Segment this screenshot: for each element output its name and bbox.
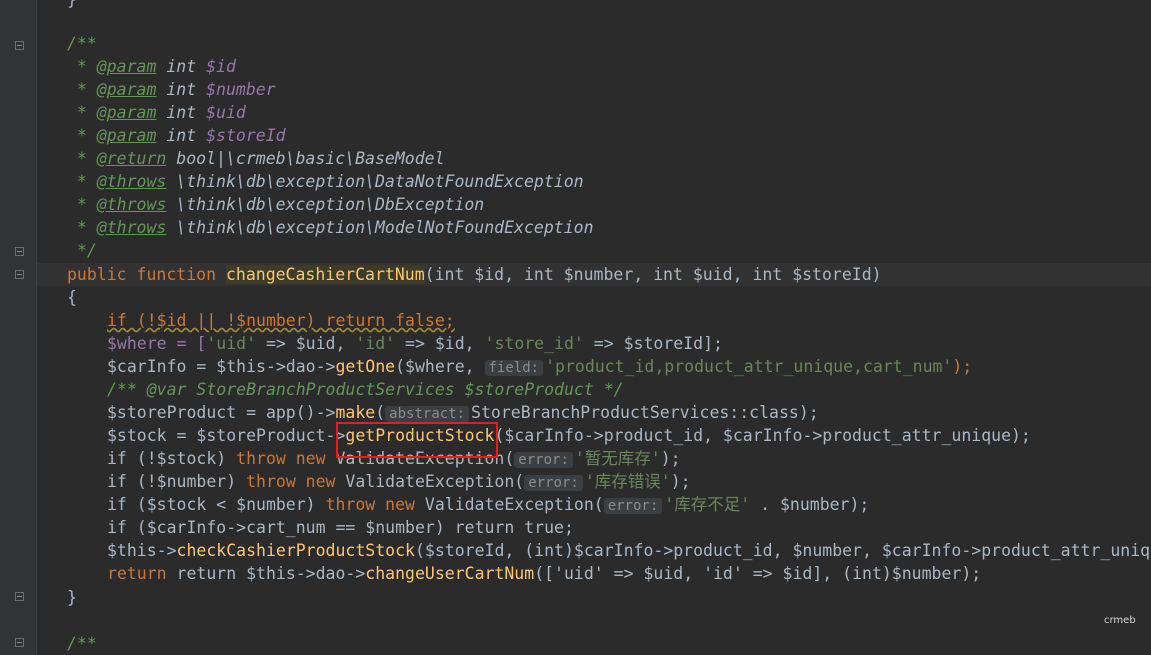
code-line-return: return return $this->dao->changeUserCart… <box>107 564 982 583</box>
parameter-hint: abstract: <box>385 406 470 422</box>
doc-throws-line: * @throws \think\db\exception\DbExceptio… <box>67 195 485 214</box>
brace-close: } <box>67 588 77 607</box>
annotation-highlight-box <box>336 422 498 458</box>
brace-open: { <box>67 288 77 307</box>
code-line-make: $storeProduct = app()->make(abstract: Sto… <box>107 403 819 422</box>
code-line-stock: $stock = $storeProduct->getProductStock(… <box>107 426 1031 445</box>
doc-comment-close: */ <box>76 241 97 260</box>
code-line-if-cartnum: if ($carInfo->cart_num == $number) retur… <box>107 518 574 537</box>
parameter-hint: field: <box>484 360 544 376</box>
doc-return-line: * @return bool|\crmeb\basic\BaseModel <box>67 149 445 168</box>
doc-param-line: * @param int $storeId <box>67 126 286 145</box>
code-editor[interactable]: } /** * @param int $id * @param int $num… <box>0 0 1151 655</box>
doc-param-line: * @param int $id <box>67 57 236 76</box>
parameter-hint: error: <box>524 475 583 491</box>
function-name: changeCashierCartNum <box>225 265 425 284</box>
code-line-carinfo: $carInfo = $this->dao->getOne($where, fi… <box>107 357 973 376</box>
code-line-if: if (!$id || !$number) return false; <box>107 311 455 330</box>
parameter-hint: error: <box>603 498 663 514</box>
doc-comment-open: /** <box>67 34 97 53</box>
parameter-hint: error: <box>514 452 573 468</box>
doc-throws-line: * @throws \think\db\exception\ModelNotFo… <box>67 218 594 237</box>
doc-param-line: * @param int $uid <box>67 103 246 122</box>
doc-comment-open: /** <box>67 634 97 653</box>
code-line-var-doc: /** @var StoreBranchProductServices $sto… <box>107 380 624 399</box>
watermark: crmeb <box>1104 615 1136 626</box>
code-line-if-number: if (!$number) throw new ValidateExceptio… <box>107 472 691 491</box>
doc-param-line: * @param int $number <box>67 80 276 99</box>
code-line-if-compare: if ($stock < $number) throw new Validate… <box>107 495 870 514</box>
code-line: } <box>67 0 77 11</box>
code-line-where: $where = ['uid' => $uid, 'id' => $id, 's… <box>107 334 723 353</box>
doc-throws-line: * @throws \think\db\exception\DataNotFou… <box>67 172 584 191</box>
function-signature: public function changeCashierCartNum(int… <box>67 265 882 284</box>
code-line-check: $this->checkCashierProductStock($storeId… <box>107 541 1151 560</box>
